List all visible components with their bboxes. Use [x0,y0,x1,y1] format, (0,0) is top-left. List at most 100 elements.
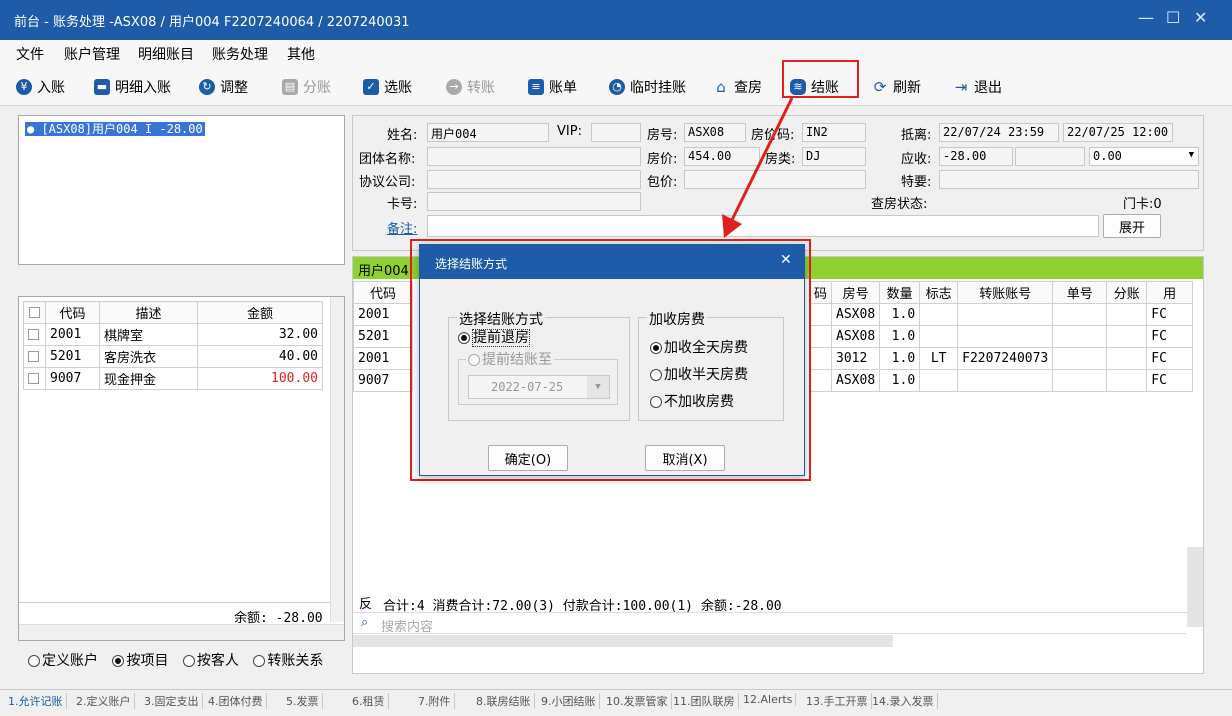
database-icon: ≋ [790,79,806,95]
tab-fixed-expense[interactable]: 3.固定支出 [144,693,203,709]
receivable-field[interactable]: -28.00 [939,147,1013,166]
cancel-button[interactable]: 取消(X) [645,445,725,471]
col-amount: 金额 [197,301,323,324]
menu-file[interactable]: 文件 [16,44,44,64]
adjust-button[interactable]: ↻ 调整 [199,75,248,99]
departure-field[interactable]: 22/07/25 12:00 [1063,123,1173,142]
row-checkbox[interactable] [28,351,39,362]
name-field[interactable]: 用户004 [427,123,549,142]
row-checkbox[interactable] [28,329,39,340]
tab-guest[interactable]: 用户004 [358,260,409,279]
company-field[interactable] [427,170,641,189]
menu-billing[interactable]: 账务处理 [212,44,268,64]
tab-group-payment[interactable]: 4.团体付费 [208,693,267,709]
remark-link[interactable]: 备注: [387,218,417,237]
adjust-icon: ↻ [199,79,215,95]
table-row[interactable]: 3012 1.0 LT F2207240073 FC [808,347,1193,370]
table-row[interactable]: 2001 [353,303,413,326]
name-label: 姓名: [387,128,418,143]
tab-alerts[interactable]: 12.Alerts [743,693,797,706]
group-field[interactable] [427,147,641,166]
tab-team-linked-rooms[interactable]: 11.团队联房 [673,693,739,709]
select-all-checkbox[interactable] [29,307,40,318]
receivable-extra-field[interactable] [1015,147,1085,166]
close-icon[interactable]: ✕ [1194,8,1207,27]
transactions-table-left: 代码 2001 5201 2001 9007 [353,281,413,392]
exit-button[interactable]: ⇥ 退出 [953,75,1002,99]
vip-field[interactable] [591,123,641,142]
vip-label: VIP: [557,124,582,139]
tab-manual-invoice[interactable]: 13.手工开票 [806,693,872,709]
tab-lease[interactable]: 6.租赁 [352,693,389,709]
radio-early-settle[interactable]: 提前结账至 [466,349,554,369]
special-label: 特要: [901,175,932,190]
radio-by-item[interactable]: 按项目 [112,653,168,669]
radio-fee-half[interactable]: 加收半天房费 [650,364,748,384]
menu-other[interactable]: 其他 [287,44,315,64]
radio-define-account[interactable]: 定义账户 [28,653,98,669]
tab-define-account[interactable]: 2.定义账户 [76,693,135,709]
table-row[interactable]: 5201 [353,325,413,348]
card-field[interactable] [427,192,641,211]
house-icon: ⌂ [716,78,726,96]
door-card-label: 门卡:0 [1123,197,1162,212]
menu-detail-items[interactable]: 明细账目 [138,44,194,64]
expand-button[interactable]: 展开 [1103,214,1161,238]
window-title: 前台 - 账务处理 -ASX08 / 用户004 F2207240064 / 2… [14,15,410,30]
radio-fee-full[interactable]: 加收全天房费 [650,337,748,357]
table-row[interactable]: ASX08 1.0 FC [808,325,1193,348]
row-checkbox[interactable] [28,373,39,384]
table-row[interactable]: 9007 [353,369,413,392]
tab-small-group-checkout[interactable]: 9.小团结账 [541,693,600,709]
transfer-button[interactable]: → 转账 [446,75,495,99]
view-options: 定义账户 按项目 按客人 转账关系 [28,650,323,670]
scrollbar[interactable] [1187,547,1203,627]
table-row[interactable]: ASX08 1.0 FC [808,369,1193,392]
tab-attachment[interactable]: 7.附件 [418,693,455,709]
detail-post-button[interactable]: ▬ 明细入账 [94,75,171,99]
tab-enter-invoice[interactable]: 14.录入发票 [872,693,938,709]
items-table: 代码 描述 金额 2001 棋牌室 32.00 5201 客房洗衣 40.00 … [23,301,323,390]
tab-invoice-manager[interactable]: 10.发票管家 [606,693,672,709]
transactions-table-right: 码 房号 数量 标志 转账账号 单号 分账 用 ASX08 1.0 FC ASX08… [808,281,1193,392]
h-scrollbar[interactable] [353,635,893,647]
package-label: 包价: [647,175,678,190]
temp-hold-button[interactable]: ◔ 临时挂账 [609,75,686,99]
ok-button[interactable]: 确定(O) [488,445,568,471]
radio-early-checkout[interactable]: 提前退房 [458,327,530,347]
scrollbar[interactable] [330,297,344,622]
table-row[interactable]: ASX08 1.0 FC [808,303,1193,326]
search-bar[interactable]: ⌕ 搜索内容 [353,612,1187,635]
tab-invoice[interactable]: 5.发票 [286,693,323,709]
chevron-down-icon: ▼ [1188,150,1194,160]
maximize-icon[interactable]: ☐ [1166,8,1180,27]
date-picker[interactable]: 2022-07-25 ▼ [468,375,610,399]
table-row[interactable]: 2001 [353,347,413,370]
radio-transfer-relation[interactable]: 转账关系 [253,653,323,669]
menu-account-management[interactable]: 账户管理 [64,44,120,64]
tab-linked-checkout[interactable]: 8.联房结账 [476,693,535,709]
radio-by-guest[interactable]: 按客人 [182,653,239,669]
post-button[interactable]: ¥ 入账 [16,75,65,99]
refresh-button[interactable]: ⟳ 刷新 [872,75,921,99]
table-row[interactable]: 9007 现金押金 100.00 [23,367,323,390]
receivable-select[interactable]: 0.00 ▼ [1089,147,1199,166]
radio-fee-none[interactable]: 不加收房费 [650,391,734,411]
items-panel: 代码 描述 金额 2001 棋牌室 32.00 5201 客房洗衣 40.00 … [18,296,345,641]
h-scrollbar[interactable] [19,624,344,640]
split-button[interactable]: ▤ 分账 [282,75,331,99]
divider [19,602,330,603]
refresh-icon: ⟳ [873,78,887,96]
tab-allow-posting[interactable]: 1.允许记账 [8,693,67,709]
special-field[interactable] [939,170,1199,189]
search-input[interactable]: 搜索内容 [381,616,433,635]
dialog-close-icon[interactable]: ✕ [780,252,792,268]
select-button[interactable]: ✓ 选账 [363,75,412,99]
arrival-field[interactable]: 22/07/24 23:59 [939,123,1059,142]
table-row[interactable]: 2001 棋牌室 32.00 [23,323,323,346]
minimize-icon[interactable]: — [1138,8,1154,27]
room-status-label: 查房状态: [871,197,928,212]
table-row[interactable]: 5201 客房洗衣 40.00 [23,345,323,368]
bill-button[interactable]: ≡ 账单 [528,75,577,99]
account-list-item[interactable]: ● [ASX08]用户004 I -28.00 [25,120,205,137]
